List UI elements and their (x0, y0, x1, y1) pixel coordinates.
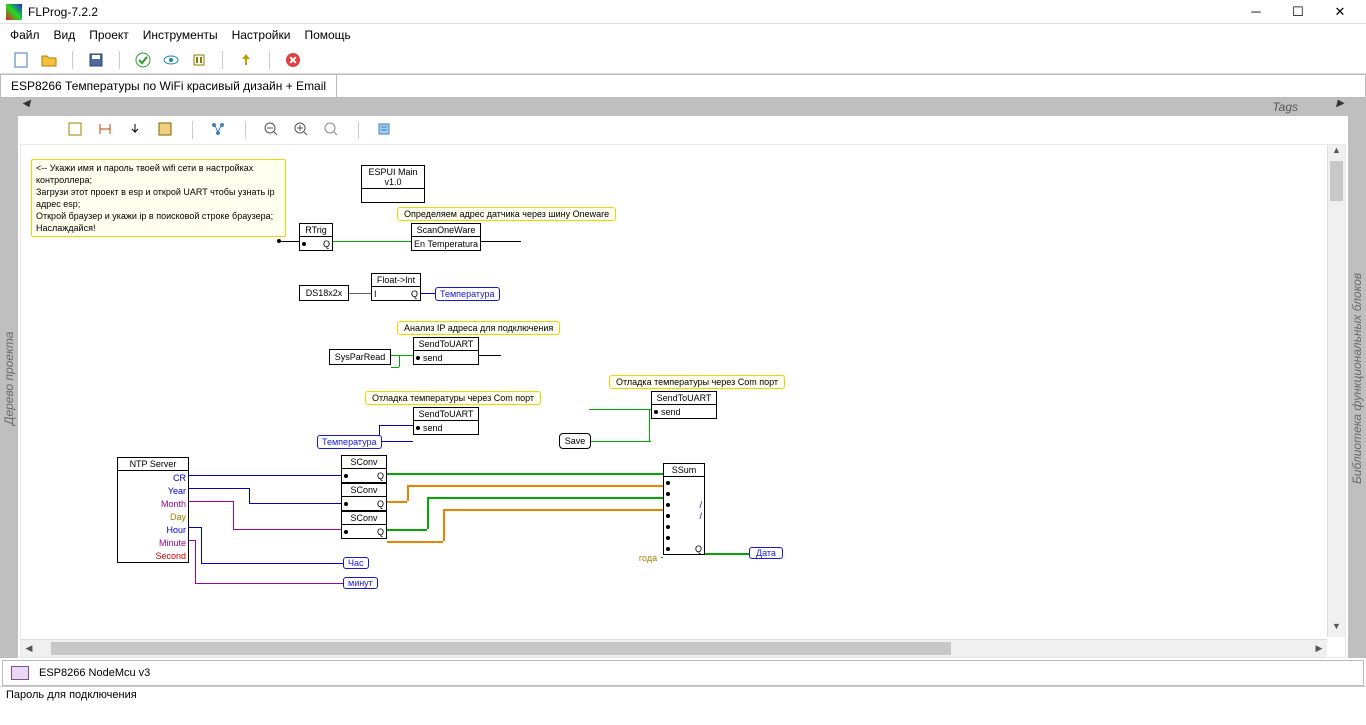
block-save[interactable]: Save (559, 433, 591, 449)
tree-tool-icon[interactable] (211, 122, 227, 138)
note-debug-1: Отладка температуры через Com порт (365, 391, 541, 405)
note-ip-analysis: Анализ IP адреса для подключения (397, 321, 560, 335)
block-ds18[interactable]: DS18x2x (299, 285, 349, 301)
left-panel-toggle[interactable]: Дерево проекта (0, 98, 18, 658)
block-ntp-server[interactable]: NTP Server CR Year Month Day Hour Minute… (117, 457, 189, 563)
tag-temperature-out[interactable]: Температура (435, 287, 500, 301)
block-espui[interactable]: ESPUI Main v1.0 (361, 165, 425, 203)
check-icon[interactable] (134, 51, 152, 69)
tab-main[interactable]: ESP8266 Температуры по WiFi красивый диз… (1, 75, 337, 97)
tab-main-label: ESP8266 Температуры по WiFi красивый диз… (11, 79, 326, 93)
vscroll-thumb[interactable] (1330, 161, 1343, 201)
scroll-right-icon[interactable]: ▶ (1311, 640, 1327, 657)
menu-project[interactable]: Проект (89, 28, 129, 42)
menu-settings[interactable]: Настройки (232, 28, 291, 42)
block-tool-icon[interactable] (158, 122, 174, 138)
app-icon (6, 4, 22, 20)
upload-icon[interactable] (237, 51, 255, 69)
tags-bar[interactable]: ◀ Tags ▶ (18, 98, 1348, 116)
menu-help[interactable]: Помощь (304, 28, 350, 42)
right-panel-toggle[interactable]: Библиотека функциональных блоков (1348, 98, 1366, 658)
status-bar: Пароль для подключения (0, 686, 1366, 706)
block-sendtouart-2[interactable]: SendToUART send (413, 407, 479, 435)
note-oneware: Определяем адрес датчика через шину Onew… (397, 207, 616, 221)
window-title: FLProg-7.2.2 (28, 5, 1236, 19)
tag-temperature-in[interactable]: Температура (317, 435, 382, 449)
note-debug-2: Отладка температуры через Com порт (609, 375, 785, 389)
stop-icon[interactable] (284, 51, 302, 69)
tags-label: Tags (1272, 100, 1298, 114)
block-sconv-3[interactable]: SConv Q (341, 511, 387, 539)
horizontal-scrollbar[interactable]: ◀ ▶ (21, 639, 1327, 657)
block-sconv-1[interactable]: SConv Q (341, 455, 387, 483)
tag-minute[interactable]: минут (343, 577, 378, 589)
minimize-button[interactable]: ─ (1236, 2, 1276, 22)
status-text: Пароль для подключения (6, 689, 137, 701)
menu-tools[interactable]: Инструменты (143, 28, 218, 42)
eye-icon[interactable] (162, 51, 180, 69)
arrow-down-icon[interactable] (128, 122, 144, 138)
canvas-toolbar (18, 116, 1348, 144)
block-sendtouart-1[interactable]: SendToUART send (413, 337, 479, 365)
connector-tool-icon[interactable] (98, 122, 114, 138)
document-tabs: ESP8266 Температуры по WiFi красивый диз… (0, 74, 1366, 98)
menu-view[interactable]: Вид (54, 28, 76, 42)
scroll-down-icon[interactable]: ▼ (1328, 621, 1345, 637)
titlebar: FLProg-7.2.2 ─ ☐ ✕ (0, 0, 1366, 24)
zoom-reset-icon[interactable] (324, 122, 340, 138)
scroll-up-icon[interactable]: ▲ (1328, 145, 1345, 161)
zoom-in-icon[interactable] (294, 122, 310, 138)
scroll-left-icon[interactable]: ◀ (21, 640, 37, 657)
block-sysparread[interactable]: SysParRead (329, 349, 391, 365)
left-panel-label: Дерево проекта (2, 331, 16, 424)
block-sconv-2[interactable]: SConv Q (341, 483, 387, 511)
hscroll-thumb[interactable] (51, 642, 951, 655)
block-rtrig[interactable]: RTrig Q (299, 223, 333, 251)
block-sendtouart-3[interactable]: SendToUART send (651, 391, 717, 419)
chip-icon (11, 666, 29, 680)
device-bar: ESP8266 NodeMcu v3 (2, 660, 1364, 686)
close-button[interactable]: ✕ (1320, 2, 1360, 22)
zoom-out-icon[interactable] (264, 122, 280, 138)
device-label: ESP8266 NodeMcu v3 (39, 667, 150, 679)
right-panel-label: Библиотека функциональных блоков (1350, 272, 1364, 483)
select-tool-icon[interactable] (68, 122, 84, 138)
open-folder-icon[interactable] (40, 51, 58, 69)
save-icon[interactable] (87, 51, 105, 69)
menubar: Файл Вид Проект Инструменты Настройки По… (0, 24, 1366, 46)
main-toolbar (0, 46, 1366, 74)
tags-expand-left-icon[interactable]: ◀ (22, 98, 30, 109)
diagram-canvas[interactable]: <-- Укажи имя и пароль твоей wifi сети в… (20, 144, 1346, 658)
label-year: года (635, 553, 661, 563)
vertical-scrollbar[interactable]: ▲ ▼ (1327, 145, 1345, 637)
maximize-button[interactable]: ☐ (1278, 2, 1318, 22)
new-file-icon[interactable] (12, 51, 30, 69)
block-float2int[interactable]: Float->Int IQ (371, 273, 421, 301)
build-icon[interactable] (190, 51, 208, 69)
tag-hour[interactable]: Час (343, 557, 369, 569)
list-tool-icon[interactable] (377, 122, 393, 138)
menu-file[interactable]: Файл (10, 28, 40, 42)
note-instructions: <-- Укажи имя и пароль твоей wifi сети в… (31, 159, 286, 237)
block-ssum[interactable]: SSum / / Q (663, 463, 705, 555)
tags-expand-right-icon[interactable]: ▶ (1336, 98, 1344, 109)
tag-date[interactable]: Дата (749, 547, 783, 559)
block-scanoneware[interactable]: ScanOneWare EnTemperatura (411, 223, 481, 251)
